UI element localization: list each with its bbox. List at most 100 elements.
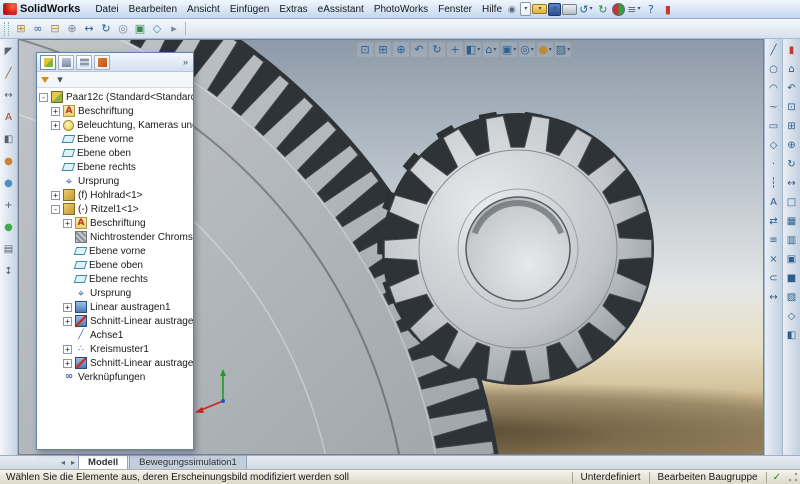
edit-appearance-hud-dropdown-icon[interactable]: ▾ (549, 47, 552, 53)
open-document-dropdown-icon[interactable]: ▾ (538, 6, 541, 12)
move-component-icon[interactable]: ↔ (81, 21, 97, 36)
menu-datei[interactable]: Datei (90, 2, 123, 17)
configurationmanager-tab[interactable] (76, 55, 92, 70)
dimension-tool-icon[interactable]: ↔ (766, 290, 781, 305)
redo-icon[interactable]: ↻ (595, 2, 611, 17)
resize-grip[interactable] (787, 471, 799, 483)
mirror-tool-icon[interactable]: ⇄ (766, 214, 781, 229)
tree-item-ursprung[interactable]: ⌖Ursprung (37, 174, 193, 188)
circle-tool-icon[interactable]: ○ (766, 62, 781, 77)
section-view-hud-icon[interactable]: ◧▾ (465, 42, 481, 57)
rotate-view-tool-icon[interactable]: ↻ (784, 157, 799, 172)
polygon-tool-icon[interactable]: ◇ (766, 138, 781, 153)
zebra-stripes-icon[interactable]: ▤ (1, 242, 16, 257)
trim-tool-icon[interactable]: × (766, 252, 781, 267)
pin-menu-icon[interactable]: ◉ (508, 4, 516, 15)
pan-view-icon[interactable]: ↔ (784, 176, 799, 191)
save-icon[interactable]: ▾ (548, 3, 561, 16)
previous-view-icon[interactable]: ↶ (411, 42, 427, 57)
smart-dimension-icon[interactable]: ↔ (1, 88, 16, 103)
point-tool-icon[interactable]: · (766, 157, 781, 172)
zoom-in-out-icon[interactable]: ⊕ (393, 42, 409, 57)
wireframe-style-icon[interactable]: □ (784, 195, 799, 210)
filter-funnel-icon[interactable] (41, 77, 49, 83)
expand-toggle[interactable]: - (39, 93, 48, 102)
select-icon[interactable]: ◤ (1, 44, 16, 59)
panel-overflow-chevron[interactable]: » (181, 57, 190, 67)
insert-component-icon[interactable]: ⊞ (13, 21, 29, 36)
tree-item-ebene-oben[interactable]: Ebene oben (37, 146, 193, 160)
toolbar-drag-handle[interactable] (4, 22, 9, 36)
reference-geometry-icon[interactable]: ◇ (149, 21, 165, 36)
measure-icon[interactable]: ↕ (1, 264, 16, 279)
help-icon[interactable]: ? (643, 2, 659, 17)
filter-dropdown-icon[interactable]: ▾ (52, 72, 68, 87)
tree-item-beschriftung[interactable]: +ABeschriftung (37, 104, 193, 118)
spline-tool-icon[interactable]: ~ (766, 100, 781, 115)
tree-item-ebene-oben[interactable]: Ebene oben (37, 258, 193, 272)
rectangle-tool-icon[interactable]: ▭ (766, 119, 781, 134)
tree-item-ebene-rechts[interactable]: Ebene rechts (37, 160, 193, 174)
zoom-to-area-icon[interactable]: ⊞ (375, 42, 391, 57)
tree-item-ebene-vorne[interactable]: Ebene vorne (37, 132, 193, 146)
options-dropdown-icon[interactable]: ▾ (637, 6, 640, 12)
arc-tool-icon[interactable]: ◠ (766, 81, 781, 96)
apply-scene-hud-dropdown-icon[interactable]: ▾ (567, 47, 570, 53)
show-hidden-components-icon[interactable]: ◎ (115, 21, 131, 36)
annotation-icon[interactable]: A (1, 110, 16, 125)
text-tool-icon[interactable]: A (766, 195, 781, 210)
edit-appearance-hud-icon[interactable]: ●▾ (537, 42, 553, 57)
tree-item-schnitt-linear-austragen1[interactable]: +Schnitt-Linear austragen1 (37, 314, 193, 328)
menu-photoworks[interactable]: PhotoWorks (369, 2, 433, 17)
hidden-lines-visible-icon[interactable]: ▦ (784, 214, 799, 229)
expand-toggle[interactable]: + (51, 121, 60, 130)
confirm-check-icon[interactable]: ✓ (766, 472, 787, 483)
smart-fasteners-icon[interactable]: ⊕ (64, 21, 80, 36)
shaded-with-edges-icon[interactable]: ▣ (784, 252, 799, 267)
expand-toggle[interactable]: + (51, 191, 60, 200)
tab-scroll-left-icon[interactable]: ◂ (58, 456, 68, 469)
zoom-to-fit-icon[interactable]: ⊡ (357, 42, 373, 57)
perspective-view-icon[interactable]: ◇ (784, 309, 799, 324)
tree-item-ebene-rechts[interactable]: Ebene rechts (37, 272, 193, 286)
tree-item-schnitt-linear-austragen2[interactable]: +Schnitt-Linear austragen2 (37, 356, 193, 370)
expand-toggle[interactable]: + (51, 107, 60, 116)
menu-extras[interactable]: Extras (274, 2, 312, 17)
render-icon[interactable]: ● (1, 220, 16, 235)
display-style-dropdown-icon[interactable]: ▾ (513, 47, 516, 53)
motion-study-tab[interactable]: Bewegungssimulation1 (129, 455, 247, 469)
menu-fenster[interactable]: Fenster (433, 2, 477, 17)
menu-ansicht[interactable]: Ansicht (182, 2, 225, 17)
shaded-style-icon[interactable]: ■ (784, 271, 799, 286)
tree-item-beleuchtung-kameras-und-büh[interactable]: +Beleuchtung, Kameras und Büh... (37, 118, 193, 132)
shadows-in-shaded-icon[interactable]: ▨ (784, 290, 799, 305)
new-document-icon[interactable]: ▾ (520, 2, 531, 16)
save-dropdown-icon[interactable]: ▾ (553, 6, 556, 12)
tree-item-beschriftung[interactable]: +ABeschriftung (37, 216, 193, 230)
tree-item-ebene-vorne[interactable]: Ebene vorne (37, 244, 193, 258)
expand-toggle[interactable]: + (63, 303, 72, 312)
propertymanager-tab[interactable] (58, 55, 74, 70)
print-icon[interactable] (562, 4, 577, 15)
new-motion-study-icon[interactable]: ▸ (166, 21, 182, 36)
assembly-features-icon[interactable]: ▣ (132, 21, 148, 36)
view-orientation-icon[interactable]: ⌂▾ (483, 42, 499, 57)
menu-eassistant[interactable]: eAssistant (313, 2, 369, 17)
section-view-icon[interactable]: ◧ (1, 132, 16, 147)
new-document-dropdown-icon[interactable]: ▾ (524, 6, 527, 12)
tree-item-nichtrostender-chromstahl[interactable]: Nichtrostender Chromstahl (37, 230, 193, 244)
tree-item-linear-austragen1[interactable]: +Linear austragen1 (37, 300, 193, 314)
expand-toggle[interactable]: + (63, 359, 72, 368)
offset-tool-icon[interactable]: ≡ (766, 233, 781, 248)
display-style-icon[interactable]: ▣▾ (501, 42, 517, 57)
featuremanager-tab[interactable] (40, 55, 56, 70)
tree-item-kreismuster1[interactable]: +∴Kreismuster1 (37, 342, 193, 356)
standard-views-icon[interactable]: ⌂ (784, 62, 799, 77)
view-orientation-dropdown-icon[interactable]: ▾ (493, 47, 496, 53)
section-view-hud-dropdown-icon[interactable]: ▾ (477, 47, 480, 53)
apply-scene-hud-icon[interactable]: ▨▾ (555, 42, 571, 57)
rotate-component-icon[interactable]: ↻ (98, 21, 114, 36)
convert-entities-tool-icon[interactable]: ⊂ (766, 271, 781, 286)
hide-show-items-icon[interactable]: ◎▾ (519, 42, 535, 57)
model-tab[interactable]: Modell (78, 455, 128, 469)
